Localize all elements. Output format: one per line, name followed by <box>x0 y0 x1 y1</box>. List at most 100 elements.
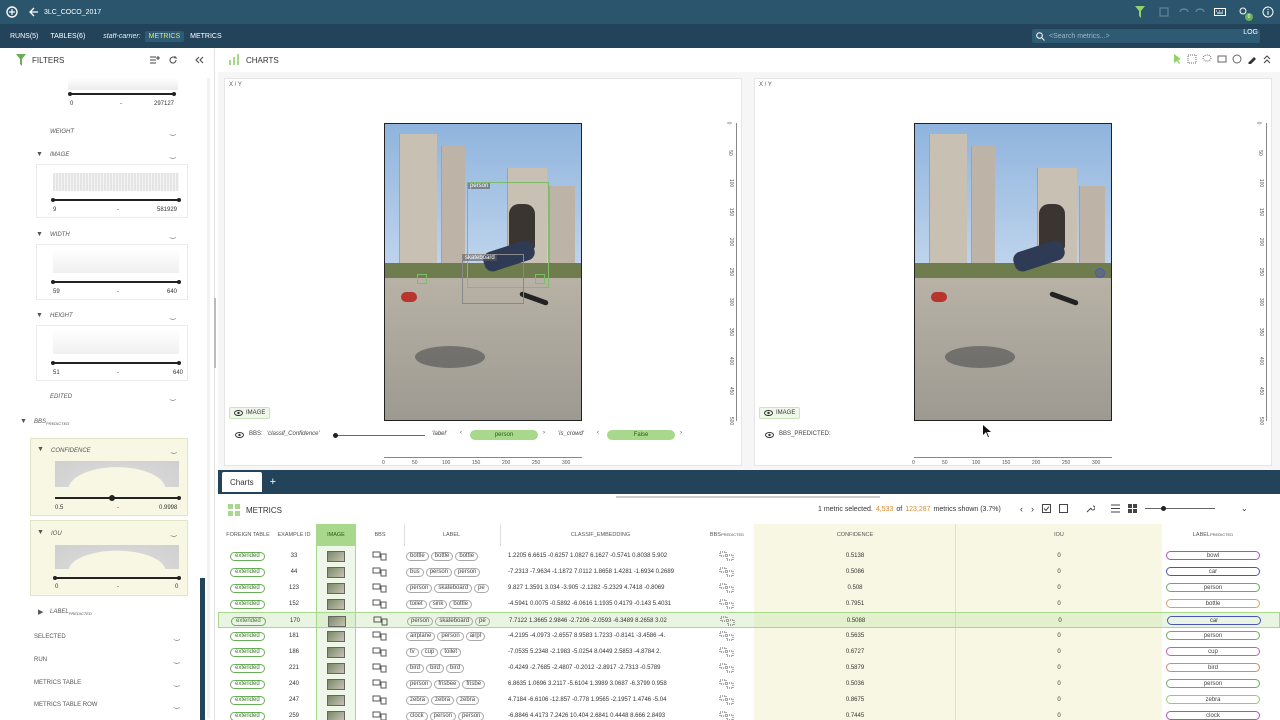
predicted-label-pill[interactable]: bird <box>1166 663 1260 672</box>
image-thumb-cell[interactable] <box>316 580 356 596</box>
predicted-label-pill[interactable]: person <box>1166 583 1260 592</box>
label-value-pill[interactable]: person <box>470 430 538 440</box>
prev-page-icon[interactable]: ‹ <box>1020 504 1023 514</box>
metrics-table-row-filter-label[interactable]: METRICS TABLE ROW <box>34 702 97 708</box>
height-range-max[interactable]: 640 <box>173 370 183 376</box>
chevron-down-icon[interactable]: ‿ <box>174 656 180 664</box>
predicted-label-pill[interactable]: car <box>1167 616 1261 625</box>
col-header-label[interactable]: LABEL <box>404 524 498 546</box>
tab-charts[interactable]: Charts <box>222 472 262 492</box>
thumbnail-image[interactable] <box>327 646 345 658</box>
extended-badge[interactable]: extended <box>230 711 265 720</box>
bbs-predicted-cell[interactable] <box>702 660 752 676</box>
height-filter-label[interactable]: HEIGHT <box>50 313 73 319</box>
iou-filter-label[interactable]: IOU <box>51 531 62 537</box>
col-header-bbs[interactable]: BBS <box>358 524 402 546</box>
checkbox-checked-icon[interactable] <box>1042 504 1051 513</box>
col-header-foreign-table[interactable]: FOREIGN TABLE <box>226 524 270 546</box>
search-metrics-input[interactable]: <Search metrics...> <box>1032 29 1260 43</box>
top-range-min[interactable]: 0 <box>70 101 73 107</box>
rect-tool-icon[interactable] <box>1217 54 1227 64</box>
keyboard-icon[interactable] <box>1208 0 1232 24</box>
extended-badge[interactable]: extended <box>230 583 265 593</box>
collapse-left-icon[interactable] <box>194 55 204 65</box>
image-slider[interactable] <box>51 198 181 202</box>
edited-filter-label[interactable]: EDITED <box>50 394 72 400</box>
bbs-predicted-cell[interactable] <box>702 676 752 692</box>
metrics-chip-active[interactable]: METRICS <box>144 30 185 42</box>
image-range-min[interactable]: 9 <box>53 207 56 213</box>
circle-tool-icon[interactable] <box>1232 54 1242 64</box>
width-range-max[interactable]: 640 <box>167 289 177 295</box>
bbs-thumb-cell[interactable] <box>358 660 402 676</box>
image-thumb-cell[interactable] <box>316 660 356 676</box>
eye-icon[interactable] <box>765 432 774 438</box>
app-logo-icon[interactable] <box>0 0 24 24</box>
edit-icon[interactable] <box>1152 0 1176 24</box>
image-thumb-cell[interactable] <box>316 564 356 580</box>
bbs-thumb-cell[interactable] <box>358 708 402 720</box>
add-filter-icon[interactable] <box>150 55 160 65</box>
chevron-down-icon[interactable]: ‿ <box>170 128 176 136</box>
predicted-label-pill[interactable]: clock <box>1166 711 1260 720</box>
image-thumb-cell[interactable] <box>317 613 357 629</box>
extended-badge[interactable]: extended <box>230 647 265 657</box>
table-row[interactable]: extended 181 airplane person airpl -4.2195 -4… <box>218 628 1280 644</box>
image-filter-label[interactable]: IMAGE <box>50 152 69 158</box>
chevron-down-icon[interactable]: ‿ <box>174 679 180 687</box>
thumbnail-image[interactable] <box>327 630 345 642</box>
confidence-range-max[interactable]: 0.9998 <box>159 505 177 511</box>
top-slider[interactable] <box>68 92 176 96</box>
image-toggle-chip[interactable]: IMAGE <box>229 407 271 419</box>
collapse-down-icon[interactable]: ⌄ <box>1241 504 1248 514</box>
thumbnail-image[interactable] <box>327 662 345 674</box>
predicted-label-pill[interactable]: cup <box>1166 647 1260 656</box>
width-range-min[interactable]: 59 <box>53 289 60 295</box>
notifications-icon[interactable]: 0 <box>1232 0 1256 24</box>
thumbnail-image[interactable] <box>327 710 345 720</box>
predicted-label-pill[interactable]: person <box>1166 679 1260 688</box>
extended-badge[interactable]: extended <box>230 631 265 641</box>
skateboard-photo[interactable] <box>914 123 1112 421</box>
next-crowd-arrow[interactable]: › <box>680 430 682 436</box>
table-row[interactable]: extended 221 bird bird bird -0.4249 -2.7685 -… <box>218 660 1280 676</box>
brush-icon[interactable] <box>1247 54 1257 64</box>
chevron-down-icon[interactable]: ‿ <box>170 151 176 159</box>
height-range-min[interactable]: 51 <box>53 370 60 376</box>
next-page-icon[interactable]: › <box>1031 504 1034 514</box>
width-filter-label[interactable]: WIDTH <box>50 232 70 238</box>
bbs-thumb-cell[interactable] <box>358 644 402 660</box>
thumbnail-image[interactable] <box>327 678 345 690</box>
bbs-thumb-cell[interactable] <box>358 564 402 580</box>
tab-runs[interactable]: RUNS(5) <box>0 24 48 48</box>
chart-panel-right[interactable]: X / Y IMAGE BBS_PREDICTED: 0 50 100 150 … <box>754 78 1272 466</box>
extended-badge[interactable]: extended <box>230 695 265 705</box>
collapse-up-icon[interactable] <box>1262 54 1272 64</box>
project-name[interactable]: 3LC_COCO_2017 <box>44 9 101 16</box>
list-view-icon[interactable] <box>1111 504 1120 513</box>
bbs-predicted-cell[interactable] <box>702 644 752 660</box>
small-bbox[interactable] <box>535 274 545 284</box>
thumbnail-image[interactable] <box>327 566 345 578</box>
bbs-thumb-cell[interactable] <box>358 580 402 596</box>
redo-icon[interactable] <box>1192 0 1208 24</box>
bbs-predicted-cell[interactable] <box>702 628 752 644</box>
extended-badge[interactable]: extended <box>230 663 265 673</box>
table-row[interactable]: extended 240 person frisbee frisbe 6.8635 1.0… <box>218 676 1280 692</box>
image-thumb-cell[interactable] <box>316 708 356 720</box>
info-icon[interactable] <box>1256 0 1280 24</box>
back-arrow-icon[interactable] <box>26 7 42 17</box>
skateboard-bbox[interactable]: skateboard <box>462 254 524 304</box>
image-thumb-cell[interactable] <box>316 548 356 564</box>
bbs-predicted-cell[interactable] <box>702 548 752 564</box>
extended-badge[interactable]: extended <box>230 599 265 609</box>
image-thumb-cell[interactable] <box>316 596 356 612</box>
undo-icon[interactable] <box>1176 0 1192 24</box>
add-tab-button[interactable]: + <box>270 476 276 488</box>
table-row[interactable]: extended 247 zebra zebra zebra 4.7184 -6.6106… <box>218 692 1280 708</box>
table-row[interactable]: extended 170 person skateboard pe 7.7122 1.36… <box>218 612 1280 628</box>
bbs-predicted-cell[interactable] <box>702 564 752 580</box>
pointer-tool-icon[interactable] <box>1173 54 1182 64</box>
image-thumb-cell[interactable] <box>316 692 356 708</box>
tab-tables[interactable]: TABLES(6) <box>48 24 95 48</box>
